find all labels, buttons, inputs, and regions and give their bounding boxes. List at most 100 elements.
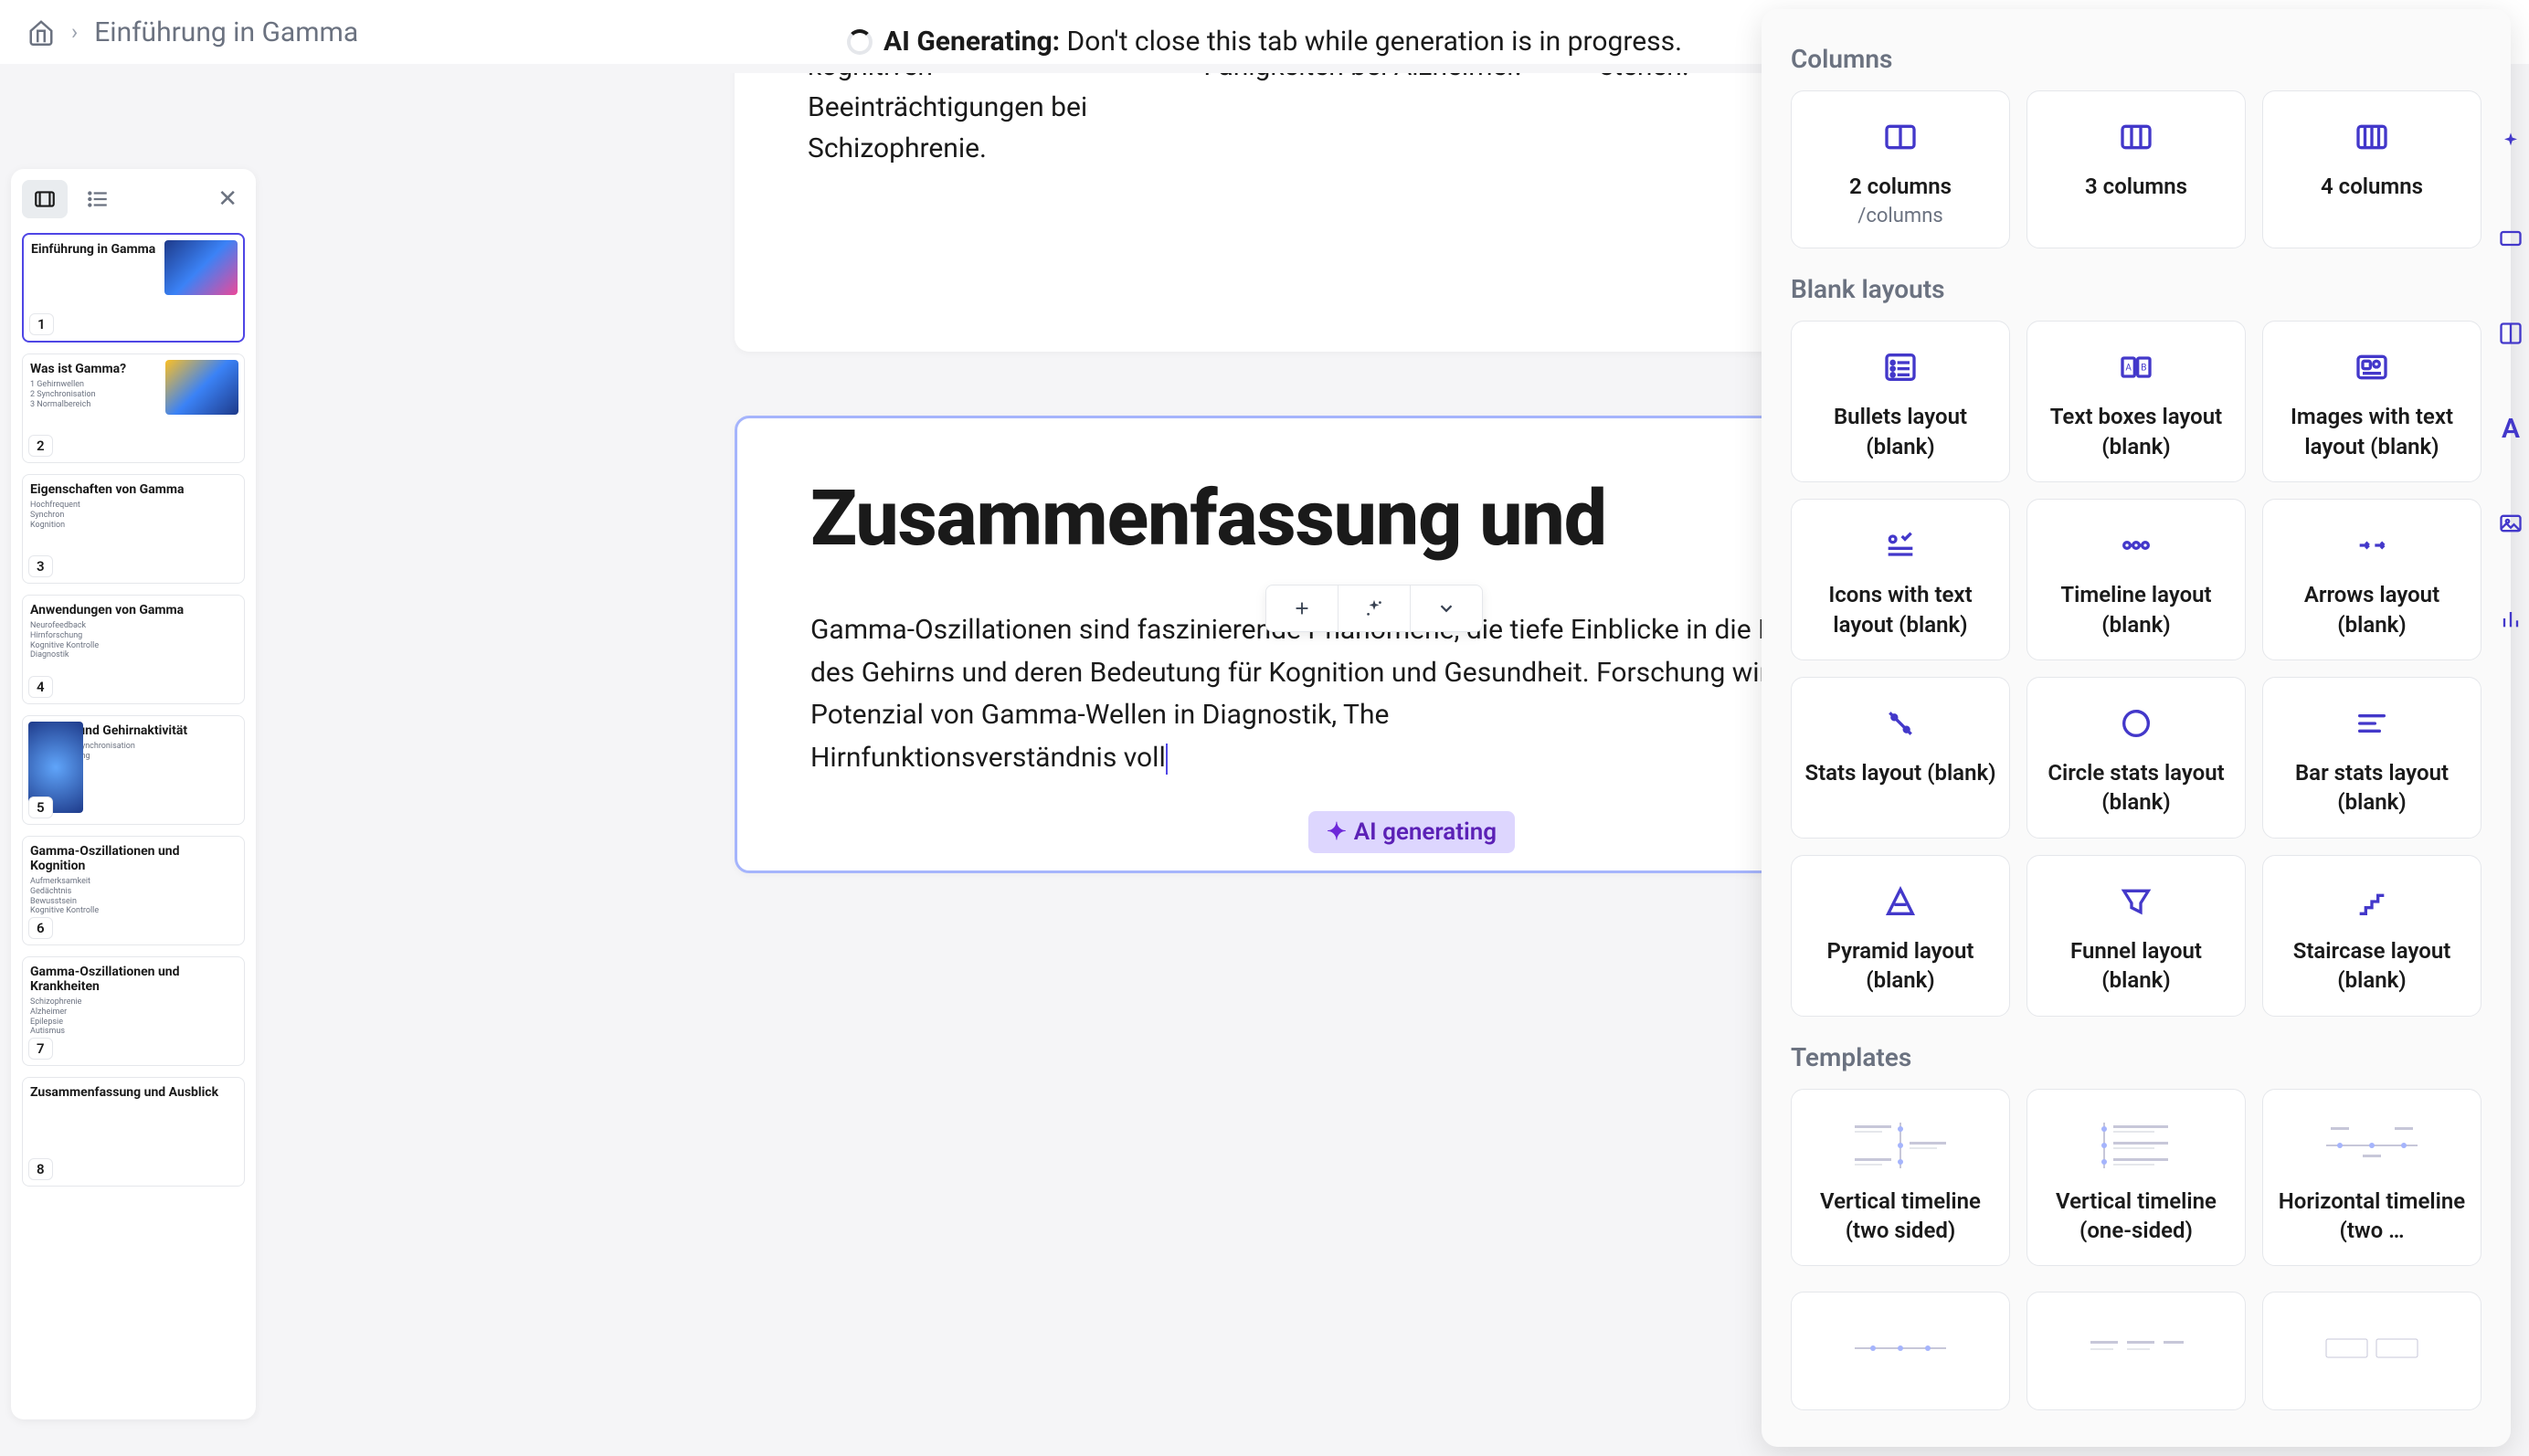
col2-icon — [1803, 115, 1998, 159]
slide-thumb-3[interactable]: Eigenschaften von GammaHochfrequentSynch… — [22, 474, 245, 584]
layout-label: Images with text layout (blank) — [2274, 402, 2470, 461]
layout-label: Staircase layout (blank) — [2274, 936, 2470, 996]
card-col-1[interactable]: Gamma-Aktivitäten stehen in Verbindung m… — [808, 73, 1148, 169]
para-part-3: Hirnfunktionsverständnis voll — [810, 742, 1166, 774]
slide-thumb-6[interactable]: Gamma-Oszillationen und KognitionAufmerk… — [22, 836, 245, 945]
layout-option-m2[interactable] — [2026, 1292, 2246, 1410]
insert-panel: Columns 2 columns/columns 3 columns 4 colu… — [1762, 9, 2511, 1447]
funnel-icon — [2038, 880, 2234, 923]
rail-sparkle-icon[interactable] — [2495, 128, 2526, 159]
slide-thumb-2[interactable]: Was ist Gamma?1 Gehirnwellen2 Synchronis… — [22, 353, 245, 463]
para-part-2: tenzial von Gamma-Wellen in Diagnostik, … — [843, 699, 1390, 731]
layout-label: Circle stats layout (blank) — [2038, 758, 2234, 818]
spinner-icon — [847, 29, 873, 55]
layout-label: Funnel layout (blank) — [2038, 936, 2234, 996]
m2-icon — [2038, 1316, 2234, 1380]
layout-label: Pyramid layout (blank) — [1803, 936, 1998, 996]
layout-option-imgtext[interactable]: Images with text layout (blank) — [2262, 321, 2481, 482]
section-columns-title: Columns — [1791, 44, 2481, 74]
arrows-icon — [2274, 523, 2470, 567]
vt1-icon — [2038, 1113, 2234, 1177]
layout-label: Arrows layout (blank) — [2274, 580, 2470, 639]
layout-option-ht[interactable]: Horizontal timeline (two … — [2262, 1089, 2481, 1267]
add-card-button[interactable] — [1266, 586, 1339, 631]
layout-label: Icons with text layout (blank) — [1803, 580, 1998, 639]
m1-icon — [1803, 1316, 1998, 1380]
layout-option-icontext[interactable]: Icons with text layout (blank) — [1791, 499, 2010, 660]
layout-option-m3[interactable] — [2262, 1292, 2481, 1410]
rail-chart-icon[interactable] — [2495, 603, 2526, 634]
slide-number: 5 — [28, 797, 53, 818]
brain-image — [165, 360, 238, 415]
layout-label: Bullets layout (blank) — [1803, 402, 1998, 461]
ai-chip-label: AI generating — [1354, 818, 1497, 846]
layout-option-timeline[interactable]: Timeline layout (blank) — [2026, 499, 2246, 660]
slides-sidebar: ✕ Einführung in Gamma1Was ist Gamma?1 Ge… — [11, 169, 256, 1419]
timeline-icon — [2038, 523, 2234, 567]
layout-option-bars[interactable]: Bar stats layout (blank) — [2262, 677, 2481, 839]
layout-label: Horizontal timeline (two … — [2274, 1187, 2470, 1246]
svg-text:A: A — [2125, 364, 2132, 374]
filmstrip-tab[interactable] — [22, 180, 68, 218]
layout-label: 3 columns — [2038, 172, 2234, 201]
ai-generating-chip: ✦ AI generating — [1308, 811, 1515, 853]
layout-shortcut: /columns — [1803, 205, 1998, 227]
layout-option-vt1[interactable]: Vertical timeline (one-sided) — [2026, 1089, 2246, 1267]
col4-icon — [2274, 115, 2470, 159]
text-cursor — [1166, 744, 1168, 775]
slide-number: 1 — [29, 313, 54, 335]
slide-thumb-8[interactable]: Zusammenfassung und Ausblick8 — [22, 1077, 245, 1187]
slide-number: 2 — [28, 435, 53, 457]
layout-option-stats[interactable]: Stats layout (blank) — [1791, 677, 2010, 839]
layout-label: Stats layout (blank) — [1803, 758, 1998, 787]
svg-text:B: B — [2141, 364, 2146, 374]
slide-number: 8 — [28, 1158, 53, 1180]
rail-card-icon[interactable] — [2495, 223, 2526, 254]
layout-option-pyramid[interactable]: Pyramid layout (blank) — [1791, 855, 2010, 1017]
stats-icon — [1803, 702, 1998, 745]
slide-thumb-5[interactable]: Gamma und Gehirnaktivität1 Neuronale Syn… — [22, 715, 245, 825]
ai-banner-label: AI Generating: — [884, 26, 1060, 58]
layout-option-textboxes[interactable]: ABText boxes layout (blank) — [2026, 321, 2246, 482]
chevron-right-icon: › — [71, 19, 78, 45]
layout-option-m1[interactable] — [1791, 1292, 2010, 1410]
list-tab[interactable] — [75, 180, 121, 218]
add-card-dropdown[interactable] — [1411, 586, 1482, 631]
slide-thumb-4[interactable]: Anwendungen von GammaNeurofeedbackHirnfo… — [22, 595, 245, 704]
ai-generating-banner: AI Generating: Don't close this tab whil… — [847, 26, 1682, 58]
ai-banner-message: Don't close this tab while generation is… — [1067, 26, 1683, 58]
add-card-toolbar — [1265, 585, 1483, 632]
slide-number: 6 — [28, 917, 53, 939]
breadcrumb-title[interactable]: Einführung in Gamma — [94, 16, 358, 48]
layout-option-circle[interactable]: Circle stats layout (blank) — [2026, 677, 2246, 839]
add-ai-card-button[interactable] — [1339, 586, 1411, 631]
rail-text-icon[interactable]: A — [2495, 413, 2526, 444]
layout-option-col4[interactable]: 4 columns — [2262, 90, 2481, 248]
circle-icon — [2038, 702, 2234, 745]
home-icon[interactable] — [27, 18, 55, 46]
slide-number: 4 — [28, 676, 53, 698]
right-rail: A — [2492, 128, 2529, 634]
layout-option-arrows[interactable]: Arrows layout (blank) — [2262, 499, 2481, 660]
rail-image-icon[interactable] — [2495, 508, 2526, 539]
layout-option-funnel[interactable]: Funnel layout (blank) — [2026, 855, 2246, 1017]
layout-option-bullets[interactable]: Bullets layout (blank) — [1791, 321, 2010, 482]
layout-option-vt2[interactable]: Vertical timeline (two sided) — [1791, 1089, 2010, 1267]
sidebar-tabs: ✕ — [22, 180, 245, 218]
layout-label: 4 columns — [2274, 172, 2470, 201]
slide-thumb-7[interactable]: Gamma-Oszillationen und KrankheitenSchiz… — [22, 956, 245, 1066]
card-col-2[interactable]: potenzieller Biomarker für den Abbau kog… — [1203, 73, 1544, 169]
bars-icon — [2274, 702, 2470, 745]
bullets-icon — [1803, 345, 1998, 389]
brain-image — [164, 240, 238, 295]
slide-number: 7 — [28, 1038, 53, 1060]
layout-option-col3[interactable]: 3 columns — [2026, 90, 2246, 248]
m3-icon — [2274, 1316, 2470, 1380]
close-sidebar-button[interactable]: ✕ — [210, 182, 245, 216]
slide-thumb-1[interactable]: Einführung in Gamma1 — [22, 233, 245, 343]
rail-layout-icon[interactable] — [2495, 318, 2526, 349]
layout-option-col2[interactable]: 2 columns/columns — [1791, 90, 2010, 248]
layout-label: Vertical timeline (two sided) — [1803, 1187, 1998, 1246]
layout-option-stairs[interactable]: Staircase layout (blank) — [2262, 855, 2481, 1017]
imgtext-icon — [2274, 345, 2470, 389]
